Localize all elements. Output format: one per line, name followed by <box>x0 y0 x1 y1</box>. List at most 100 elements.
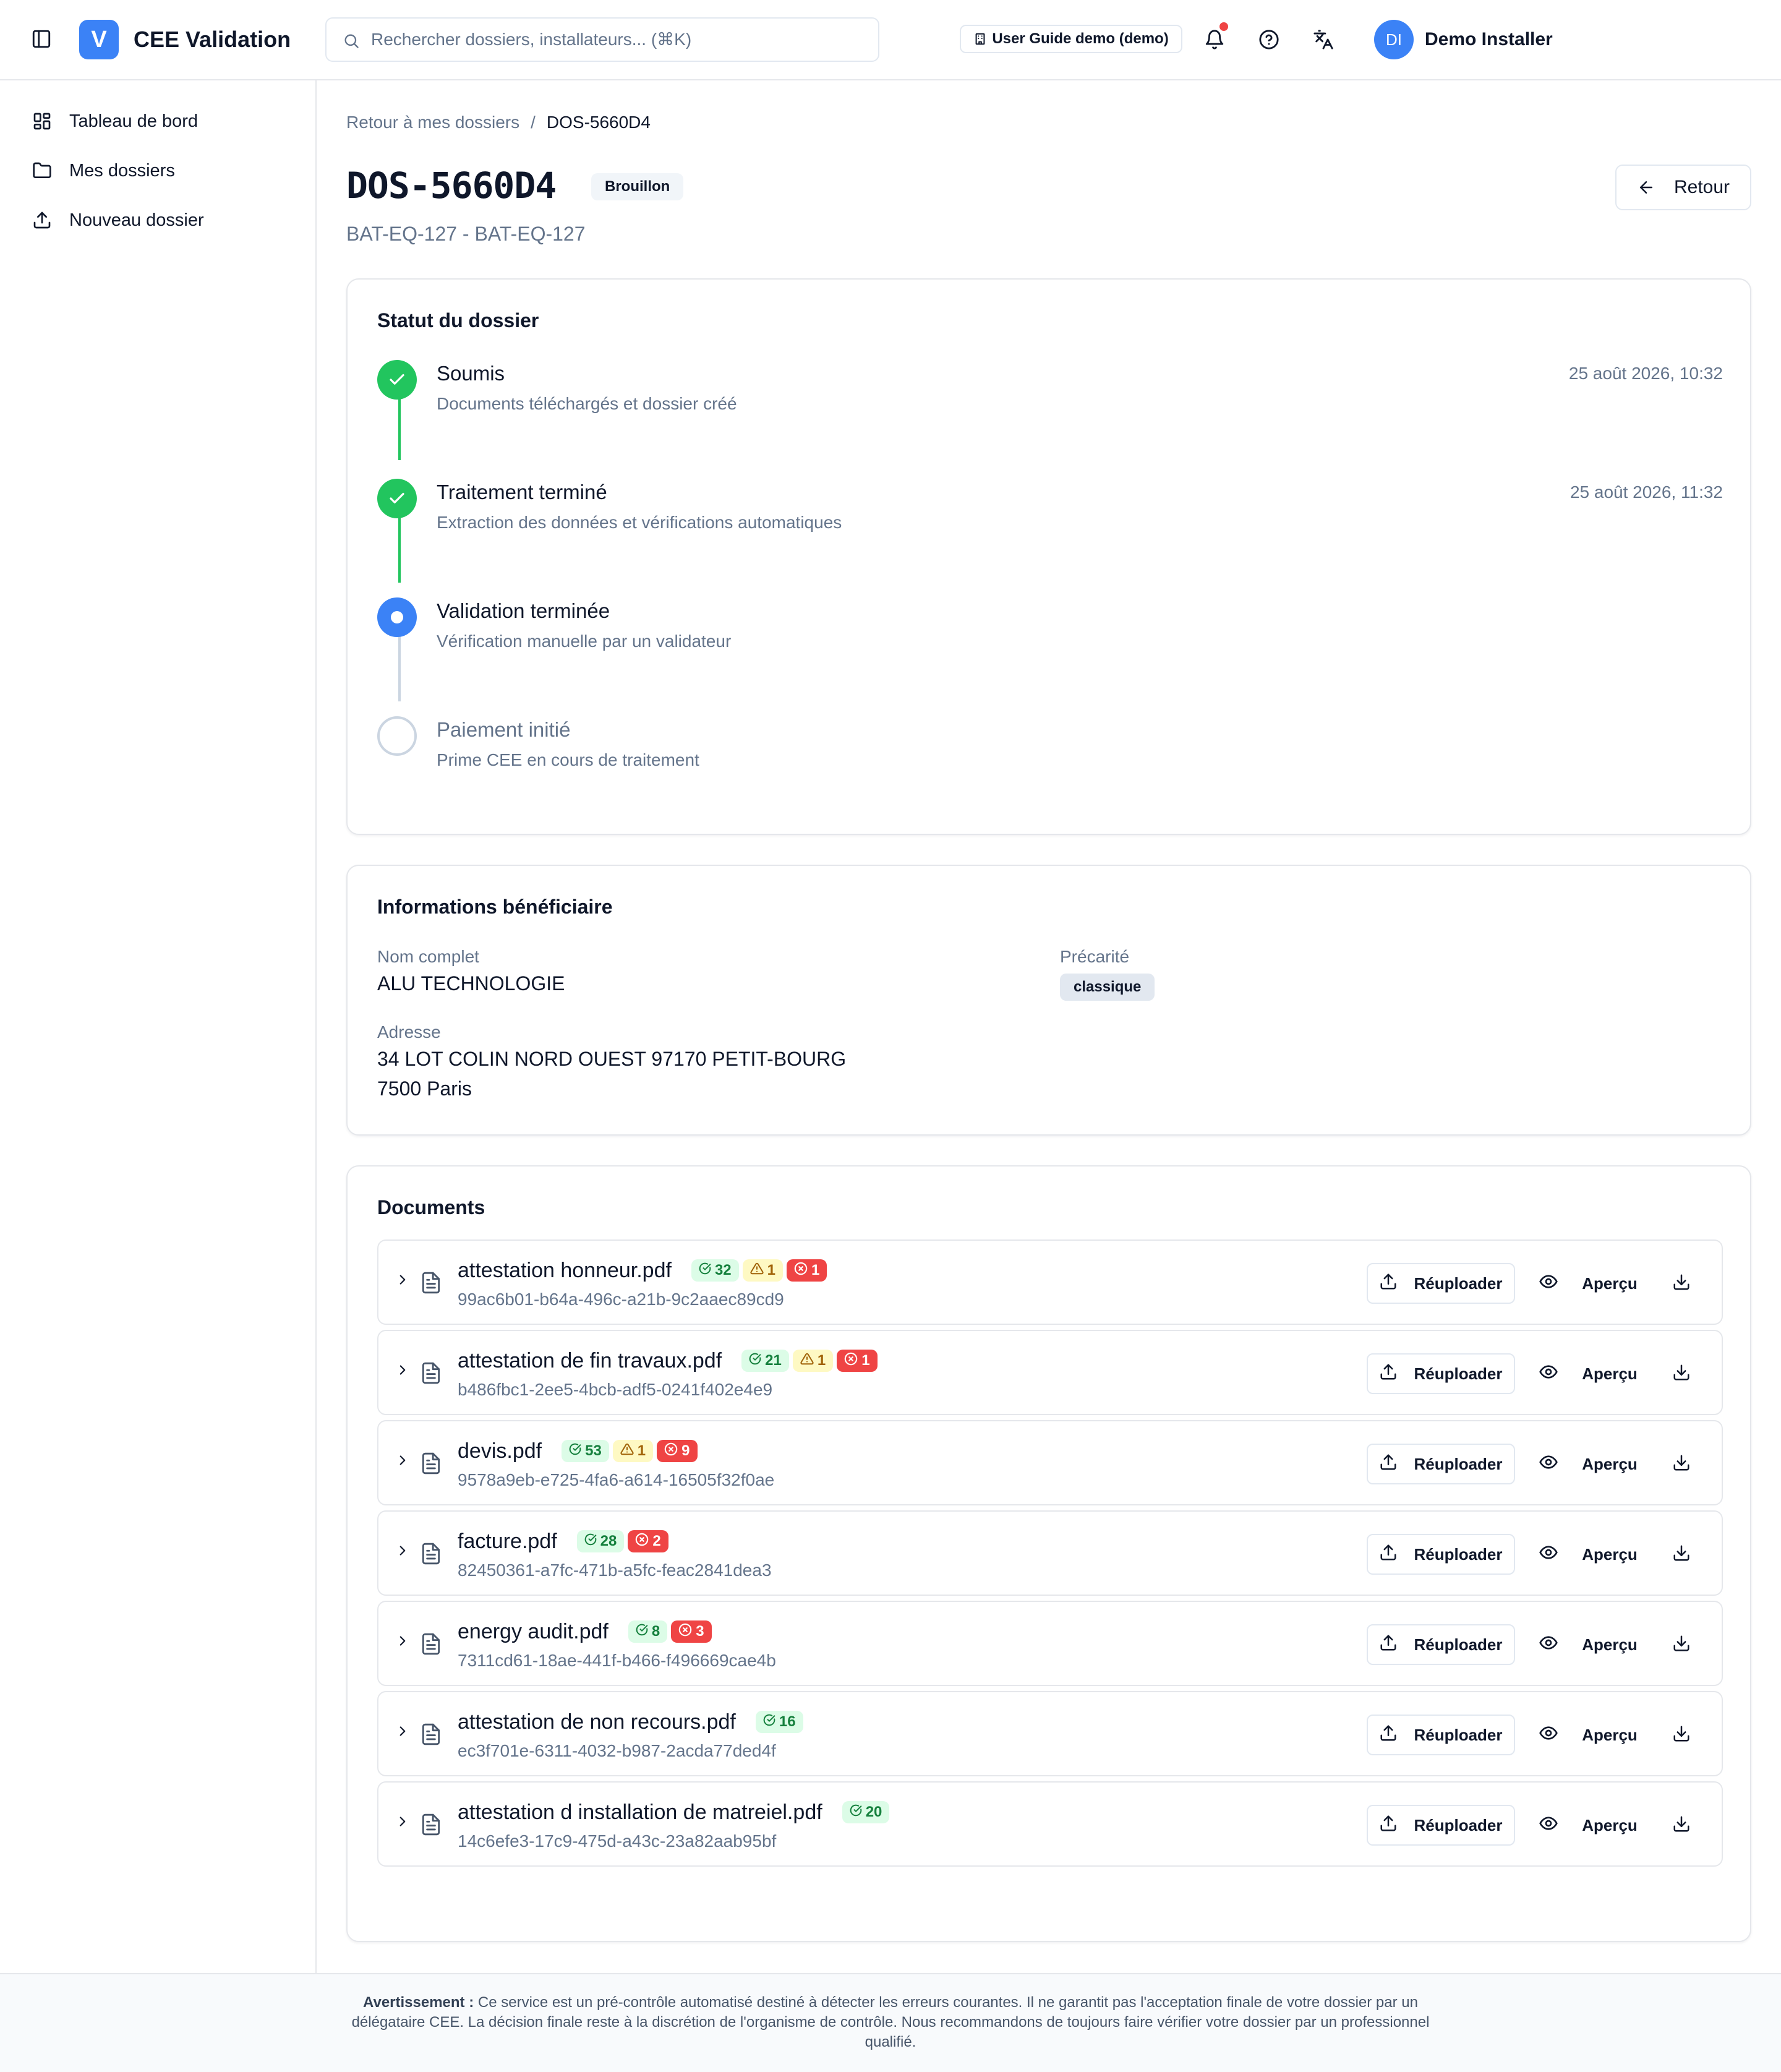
document-name: energy audit.pdf <box>458 1619 609 1643</box>
document-name: attestation de fin travaux.pdf <box>458 1348 722 1372</box>
file-icon <box>419 1630 443 1661</box>
warning-checks-chip: 1 <box>742 1259 784 1282</box>
sidebar-item-dashboard[interactable]: Tableau de bord <box>32 104 198 139</box>
search-input[interactable] <box>371 25 866 54</box>
warning-icon <box>800 1352 814 1370</box>
reupload-button[interactable]: Réuploader <box>1367 1534 1515 1575</box>
preview-button[interactable]: Aperçu <box>1532 1624 1644 1665</box>
document-row: attestation de fin travaux.pdf 21 1 1 b486fb… <box>377 1330 1723 1415</box>
download-button[interactable] <box>1661 1624 1702 1665</box>
chevron-right-icon[interactable] <box>395 1543 411 1562</box>
preview-label: Aperçu <box>1582 1725 1638 1744</box>
breadcrumb-separator: / <box>531 113 536 132</box>
eye-icon <box>1539 1452 1558 1476</box>
file-icon <box>419 1359 443 1390</box>
upload-icon <box>33 212 51 229</box>
search-box[interactable] <box>325 17 879 62</box>
preview-button[interactable]: Aperçu <box>1532 1353 1644 1394</box>
avatar[interactable]: DI <box>1374 20 1414 59</box>
sidebar-item-label: Mes dossiers <box>69 160 175 181</box>
reupload-button[interactable]: Réuploader <box>1367 1444 1515 1484</box>
download-button[interactable] <box>1661 1715 1702 1755</box>
step-description: Prime CEE en cours de traitement <box>437 750 699 769</box>
notification-badge <box>1219 22 1228 31</box>
document-title-line: attestation honneur.pdf 32 1 1 <box>458 1256 827 1285</box>
download-button[interactable] <box>1661 1263 1702 1304</box>
user-name[interactable]: Demo Installer <box>1425 27 1553 52</box>
upload-icon <box>1379 1272 1398 1295</box>
passed-checks-chip: 53 <box>562 1440 609 1462</box>
sidebar-item-new-file[interactable]: Nouveau dossier <box>32 203 204 238</box>
download-icon <box>1672 1363 1691 1385</box>
language-button[interactable] <box>1311 27 1336 52</box>
disclaimer-text: Ce service est un pré-contrôle automatis… <box>351 1994 1430 2050</box>
passed-checks-chip: 28 <box>576 1530 625 1552</box>
step-date: 25 août 2026, 11:32 <box>1570 482 1723 502</box>
download-button[interactable] <box>1661 1444 1702 1484</box>
bell-icon <box>1205 30 1224 49</box>
user-guide-button[interactable]: User Guide demo (demo) <box>960 25 1182 53</box>
chevron-right-icon[interactable] <box>395 1723 411 1742</box>
full-name-label: Nom complet <box>377 947 479 966</box>
arrow-left-icon <box>1639 181 1652 194</box>
building-icon <box>975 33 985 45</box>
reupload-button[interactable]: Réuploader <box>1367 1715 1515 1755</box>
reupload-label: Réuploader <box>1414 1274 1503 1293</box>
failed-checks-chip: 3 <box>671 1620 712 1643</box>
step-label: Paiement initié <box>437 718 571 741</box>
download-icon <box>1672 1273 1691 1295</box>
document-name: facture.pdf <box>458 1529 557 1553</box>
user-guide-label: User Guide demo (demo) <box>992 30 1169 47</box>
preview-button[interactable]: Aperçu <box>1532 1534 1644 1575</box>
preview-button[interactable]: Aperçu <box>1532 1444 1644 1484</box>
sidebar-item-label: Nouveau dossier <box>69 210 204 230</box>
download-button[interactable] <box>1661 1353 1702 1394</box>
file-icon <box>419 1269 443 1299</box>
warning-checks-chip: 1 <box>612 1440 654 1462</box>
document-name: devis.pdf <box>458 1439 542 1463</box>
breadcrumb-parent-link[interactable]: Retour à mes dossiers <box>346 110 519 135</box>
reupload-button[interactable]: Réuploader <box>1367 1263 1515 1304</box>
check-circle-icon <box>699 1262 711 1279</box>
upload-icon <box>1379 1543 1398 1566</box>
preview-button[interactable]: Aperçu <box>1532 1715 1644 1755</box>
footer: Avertissement : Ce service est un pré-co… <box>0 1973 1781 2072</box>
footer-disclaimer: Avertissement : Ce service est un pré-co… <box>334 1993 1447 2052</box>
upload-icon <box>1379 1724 1398 1747</box>
breadcrumb: Retour à mes dossiers / DOS-5660D4 <box>346 110 651 135</box>
download-button[interactable] <box>1661 1805 1702 1846</box>
preview-button[interactable]: Aperçu <box>1532 1263 1644 1304</box>
passed-checks-chip: 20 <box>842 1801 890 1823</box>
notifications-button[interactable] <box>1202 22 1228 52</box>
sidebar-toggle-icon[interactable] <box>31 28 52 49</box>
precarity-label: Précarité <box>1060 947 1130 966</box>
sidebar-item-my-files[interactable]: Mes dossiers <box>32 153 175 188</box>
eye-icon <box>1539 1543 1558 1567</box>
breadcrumb-current: DOS-5660D4 <box>546 113 651 132</box>
chevron-right-icon[interactable] <box>395 1813 411 1833</box>
status-card: Statut du dossier Soumis Documents téléc… <box>346 278 1751 835</box>
step-label: Traitement terminé <box>437 481 607 503</box>
file-icon <box>419 1721 443 1751</box>
chevron-right-icon[interactable] <box>395 1633 411 1652</box>
preview-label: Aperçu <box>1582 1815 1638 1834</box>
failed-checks-chip: 9 <box>657 1440 698 1462</box>
preview-label: Aperçu <box>1582 1635 1638 1654</box>
reupload-button[interactable]: Réuploader <box>1367 1624 1515 1665</box>
failed-checks-chip: 1 <box>837 1350 878 1372</box>
preview-button[interactable]: Aperçu <box>1532 1805 1644 1846</box>
upload-icon <box>1379 1363 1398 1385</box>
file-icon <box>419 1450 443 1480</box>
chevron-right-icon[interactable] <box>395 1452 411 1471</box>
chevron-right-icon[interactable] <box>395 1362 411 1381</box>
download-button[interactable] <box>1661 1534 1702 1575</box>
reupload-button[interactable]: Réuploader <box>1367 1353 1515 1394</box>
timeline-step: Traitement terminé Extraction des donnée… <box>377 479 1723 547</box>
check-circle-icon <box>569 1442 581 1460</box>
document-id: ec3f701e-6311-4032-b987-2acda77ded4f <box>458 1741 776 1760</box>
back-button[interactable]: Retour <box>1615 165 1751 210</box>
reupload-button[interactable]: Réuploader <box>1367 1805 1515 1846</box>
chevron-right-icon[interactable] <box>395 1272 411 1291</box>
help-button[interactable] <box>1257 27 1281 52</box>
warning-icon <box>750 1262 764 1280</box>
